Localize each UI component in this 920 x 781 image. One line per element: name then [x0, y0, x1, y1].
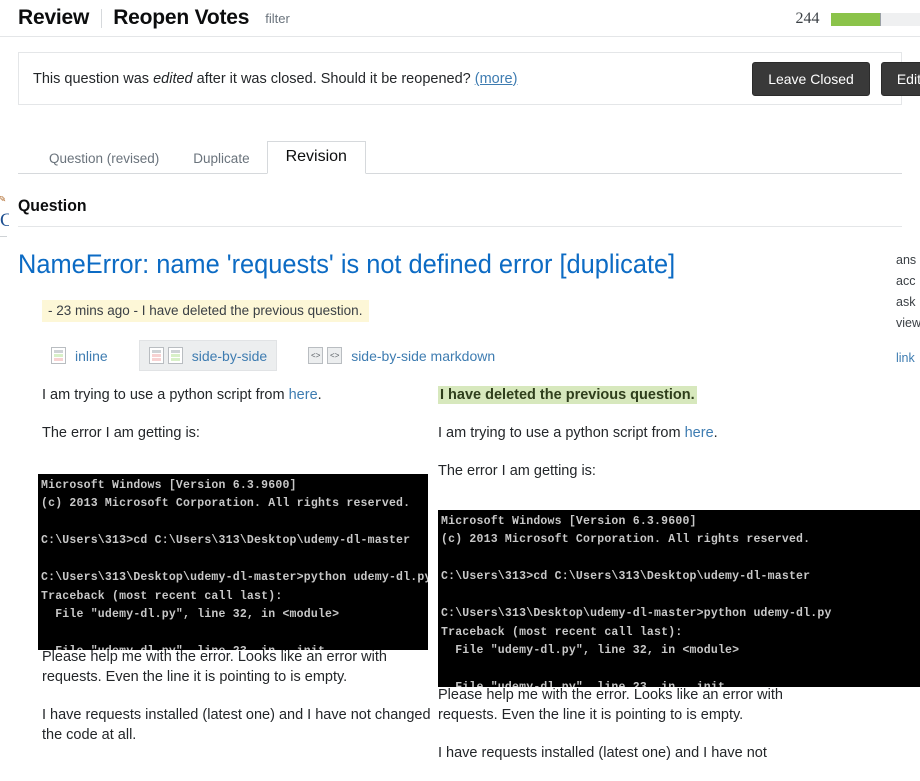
notice-text-before: This question was — [33, 71, 153, 87]
sidebar-stat-views: view — [896, 313, 920, 334]
sidebar-link[interactable]: link — [896, 348, 920, 369]
left-paragraph-3: Please help me with the error. Looks lik… — [42, 647, 442, 687]
question-stats-sidebar: ans acc ask view link — [896, 250, 920, 369]
filter-link[interactable]: filter — [265, 11, 290, 26]
diff-markdown-icon: <> <> — [308, 347, 342, 364]
left-console-screenshot: Microsoft Windows [Version 6.3.9600] (c)… — [38, 474, 428, 650]
left-paragraph-4: I have requests installed (latest one) a… — [42, 705, 442, 745]
leave-closed-button[interactable]: Leave Closed — [752, 62, 870, 96]
question-section-heading: Question — [18, 196, 857, 216]
right-console-screenshot: Microsoft Windows [Version 6.3.9600] (c)… — [438, 510, 920, 687]
section-divider — [18, 226, 902, 227]
left-here-link[interactable]: here — [289, 387, 318, 403]
right-paragraph-2: The error I am getting is: — [438, 461, 838, 481]
view-mode-markdown-label: side-by-side markdown — [351, 348, 495, 364]
review-count: 244 — [796, 10, 820, 28]
diff-inline-icon — [51, 347, 66, 364]
review-tabs: Question (revised) Duplicate Revision — [18, 142, 902, 174]
view-mode-inline-label: inline — [75, 348, 108, 364]
reopen-notice-banner: This question was edited after it was cl… — [18, 52, 902, 105]
notice-more-link[interactable]: (more) — [475, 71, 518, 87]
review-action-buttons: Leave Closed Edit and Re — [752, 62, 920, 96]
reopen-notice-text: This question was edited after it was cl… — [33, 71, 517, 87]
page-header: Review Reopen Votes filter 244 s — [0, 0, 920, 37]
view-mode-side-by-side[interactable]: side-by-side — [139, 340, 277, 371]
diff-side-by-side-icon — [149, 347, 183, 364]
review-progress-fill — [831, 13, 881, 26]
sidebar-stat-accepted: acc — [896, 271, 920, 292]
question-title-link[interactable]: NameError: name 'requests' is not define… — [18, 249, 849, 280]
left-p1-after: . — [318, 387, 322, 403]
right-p1-after: . — [714, 425, 718, 441]
tab-duplicate[interactable]: Duplicate — [176, 143, 266, 174]
revision-summary: - 23 mins ago - I have deleted the previ… — [42, 300, 369, 322]
left-paragraph-1: I am trying to use a python script from … — [42, 385, 442, 405]
page-title: Review — [18, 6, 89, 30]
tab-question-revised[interactable]: Question (revised) — [32, 143, 176, 174]
diff-view-mode-toggles: inline side-by-side <> <> side-by-side m… — [42, 340, 920, 371]
right-paragraph-3: Please help me with the error. Looks lik… — [438, 685, 838, 725]
right-paragraph-4: I have requests installed (latest one) a… — [438, 743, 838, 763]
right-here-link[interactable]: here — [685, 425, 714, 441]
title-divider — [101, 9, 102, 28]
tab-revision[interactable]: Revision — [267, 141, 366, 174]
right-p1-before: I am trying to use a python script from — [438, 425, 685, 441]
left-edge-clipped-artifact: ✎ C — [0, 196, 9, 242]
sidebar-stat-answers: ans — [896, 250, 920, 271]
review-progress-bar — [831, 13, 920, 26]
left-p1-before: I am trying to use a python script from — [42, 387, 289, 403]
right-added-line: I have deleted the previous question. — [438, 385, 838, 405]
notice-emphasis: edited — [153, 71, 193, 87]
review-section-title: Reopen Votes — [113, 6, 249, 30]
edit-and-reopen-button[interactable]: Edit and Re — [881, 62, 920, 96]
sidebar-stat-asked: ask — [896, 292, 920, 313]
view-mode-side-by-side-label: side-by-side — [192, 348, 267, 364]
left-paragraph-2: The error I am getting is: — [42, 423, 442, 443]
review-progress-group: 244 s — [796, 10, 920, 28]
view-mode-side-by-side-markdown[interactable]: <> <> side-by-side markdown — [299, 341, 504, 370]
right-paragraph-1: I am trying to use a python script from … — [438, 423, 838, 443]
view-mode-inline[interactable]: inline — [42, 341, 117, 370]
notice-text-after: after it was closed. Should it be reopen… — [193, 71, 475, 87]
right-added-text: I have deleted the previous question. — [438, 386, 697, 404]
